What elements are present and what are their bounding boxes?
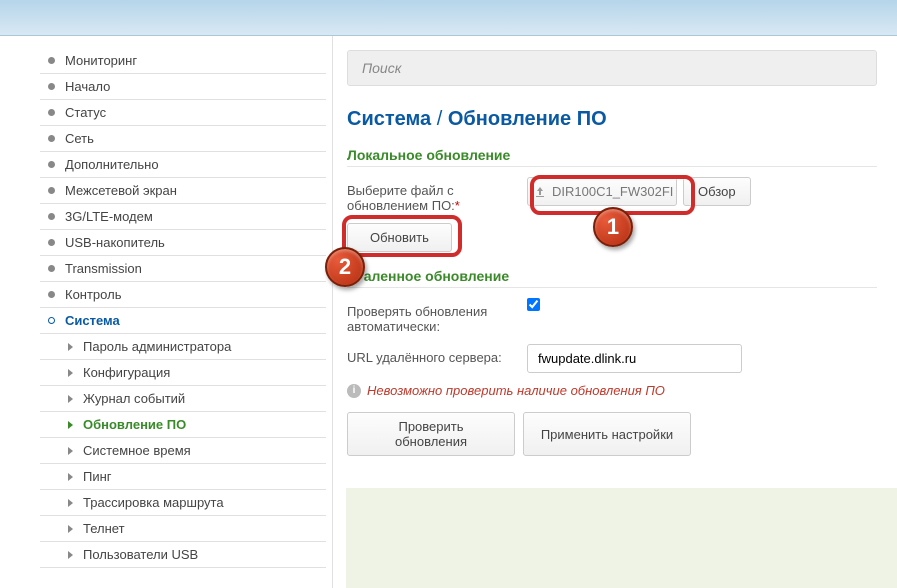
sidebar-item-label: Статус: [65, 105, 106, 120]
sidebar-item-label: Сеть: [65, 131, 94, 146]
apply-settings-button[interactable]: Применить настройки: [523, 412, 691, 456]
breadcrumb-current: Обновление ПО: [448, 108, 607, 130]
sidebar-subitem-label: Пароль администратора: [83, 339, 231, 354]
bullet-icon: [48, 57, 55, 64]
check-updates-button[interactable]: Проверить обновления: [347, 412, 515, 456]
sidebar-item-network[interactable]: Сеть: [40, 126, 326, 152]
bottom-shade: [346, 488, 897, 588]
sidebar-subitem-label: Телнет: [83, 521, 125, 536]
upload-icon: [534, 186, 546, 198]
bullet-icon: [48, 213, 55, 220]
bullet-icon: [48, 265, 55, 272]
remote-url-label: URL удалённого сервера:: [347, 344, 527, 365]
search-placeholder: Поиск: [362, 60, 401, 76]
circle-icon: [48, 317, 55, 324]
info-icon: i: [347, 384, 361, 398]
sidebar-subitem-label: Системное время: [83, 443, 191, 458]
browse-button[interactable]: Обзор: [683, 177, 751, 206]
chevron-right-icon: [68, 421, 73, 429]
sidebar-subitem-label: Журнал событий: [83, 391, 185, 406]
sidebar-subitem-configuration[interactable]: Конфигурация: [40, 360, 326, 386]
search-input[interactable]: Поиск: [347, 50, 877, 86]
sidebar-item-3glte[interactable]: 3G/LTE-модем: [40, 204, 326, 230]
bullet-icon: [48, 161, 55, 168]
breadcrumb: Система / Обновление ПО: [347, 108, 877, 131]
sidebar-subitem-ping[interactable]: Пинг: [40, 464, 326, 490]
sidebar-item-status[interactable]: Статус: [40, 100, 326, 126]
chevron-right-icon: [68, 525, 73, 533]
sidebar-subitem-traceroute[interactable]: Трассировка маршрута: [40, 490, 326, 516]
sidebar-item-label: Начало: [65, 79, 110, 94]
update-button[interactable]: Обновить: [347, 223, 452, 252]
chevron-right-icon: [68, 343, 73, 351]
sidebar-item-monitoring[interactable]: Мониторинг: [40, 48, 326, 74]
sidebar-subitem-telnet[interactable]: Телнет: [40, 516, 326, 542]
sidebar-subitem-system-time[interactable]: Системное время: [40, 438, 326, 464]
bullet-icon: [48, 239, 55, 246]
file-select-label: Выберите файл с обновлением ПО:*: [347, 177, 527, 213]
sidebar-item-label: 3G/LTE-модем: [65, 209, 153, 224]
sidebar-subitem-label: Пользователи USB: [83, 547, 198, 562]
sidebar-item-control[interactable]: Контроль: [40, 282, 326, 308]
section-remote-update-title: Удаленное обновление: [347, 268, 877, 288]
sidebar-subitem-label: Пинг: [83, 469, 112, 484]
sidebar-item-label: Контроль: [65, 287, 121, 302]
sidebar-subitem-firmware-update[interactable]: Обновление ПО: [40, 412, 326, 438]
top-band: [0, 0, 897, 36]
bullet-icon: [48, 109, 55, 116]
sidebar-subitem-label: Конфигурация: [83, 365, 170, 380]
bullet-icon: [48, 187, 55, 194]
chevron-right-icon: [68, 473, 73, 481]
sidebar-item-usb[interactable]: USB-накопитель: [40, 230, 326, 256]
bullet-icon: [48, 83, 55, 90]
auto-check-checkbox[interactable]: [527, 298, 540, 311]
file-name-display[interactable]: DIR100C1_FW302FI: [527, 177, 677, 206]
callout-badge-2: 2: [325, 247, 365, 287]
sidebar: Мониторинг Начало Статус Сеть Дополнител…: [0, 36, 332, 588]
chevron-right-icon: [68, 395, 73, 403]
chevron-right-icon: [68, 447, 73, 455]
sidebar-subitem-usb-users[interactable]: Пользователи USB: [40, 542, 326, 568]
chevron-right-icon: [68, 551, 73, 559]
remote-url-input[interactable]: [527, 344, 742, 373]
sidebar-item-advanced[interactable]: Дополнительно: [40, 152, 326, 178]
sidebar-subitem-admin-password[interactable]: Пароль администратора: [40, 334, 326, 360]
file-name-text: DIR100C1_FW302FI: [552, 184, 673, 199]
sidebar-item-label: Мониторинг: [65, 53, 137, 68]
sidebar-item-label: Transmission: [65, 261, 142, 276]
sidebar-item-system[interactable]: Система: [40, 308, 326, 334]
error-message: i Невозможно проверить наличие обновлени…: [347, 383, 877, 398]
breadcrumb-parent: Система: [347, 108, 431, 130]
bullet-icon: [48, 135, 55, 142]
chevron-right-icon: [68, 499, 73, 507]
sidebar-item-label: Система: [65, 313, 120, 328]
callout-badge-1: 1: [593, 207, 633, 247]
sidebar-subitem-event-log[interactable]: Журнал событий: [40, 386, 326, 412]
chevron-right-icon: [68, 369, 73, 377]
bullet-icon: [48, 291, 55, 298]
sidebar-subitem-label: Трассировка маршрута: [83, 495, 224, 510]
sidebar-item-firewall[interactable]: Межсетевой экран: [40, 178, 326, 204]
sidebar-item-start[interactable]: Начало: [40, 74, 326, 100]
sidebar-item-label: Дополнительно: [65, 157, 159, 172]
sidebar-item-transmission[interactable]: Transmission: [40, 256, 326, 282]
auto-check-label: Проверять обновления автоматически:: [347, 298, 527, 334]
sidebar-subitem-label: Обновление ПО: [83, 417, 186, 432]
sidebar-item-label: USB-накопитель: [65, 235, 165, 250]
sidebar-item-label: Межсетевой экран: [65, 183, 177, 198]
section-local-update-title: Локальное обновление: [347, 147, 877, 167]
